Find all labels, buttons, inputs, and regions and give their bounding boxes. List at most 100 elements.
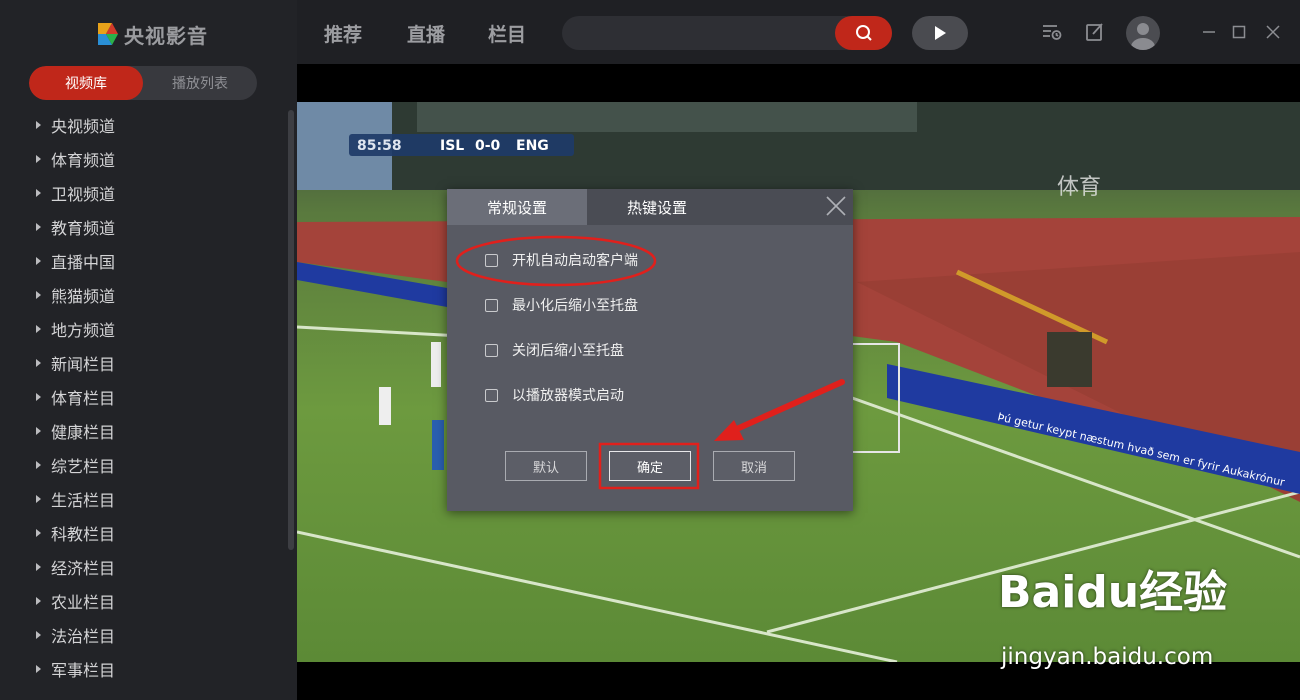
tab-video-library[interactable]: 视频库 bbox=[29, 66, 143, 100]
option-player-mode[interactable]: 以播放器模式启动 bbox=[485, 384, 624, 406]
option-label: 关闭后缩小至托盘 bbox=[512, 343, 624, 359]
sidebar-item[interactable]: 体育频道 bbox=[0, 142, 286, 176]
sidebar-item[interactable]: 法治栏目 bbox=[0, 618, 286, 652]
sidebar-item[interactable]: 卫视频道 bbox=[0, 176, 286, 210]
sidebar-item[interactable]: 综艺栏目 bbox=[0, 448, 286, 482]
sidebar-item-label: 直播中国 bbox=[51, 253, 116, 272]
score-time: 85:58 bbox=[357, 138, 402, 154]
sidebar-item-label: 卫视频道 bbox=[51, 185, 116, 204]
video-letterbox-top bbox=[297, 64, 1300, 102]
caret-right-icon bbox=[36, 257, 41, 265]
edit-icon[interactable] bbox=[1083, 20, 1107, 44]
nav-recommend[interactable]: 推荐 bbox=[324, 20, 362, 47]
sidebar-item[interactable]: 科教栏目 bbox=[0, 516, 286, 550]
sidebar-item-label: 军事栏目 bbox=[51, 661, 116, 680]
caret-right-icon bbox=[36, 291, 41, 299]
sidebar-item-label: 法治栏目 bbox=[51, 627, 116, 646]
sidebar-item[interactable]: 央视频道 bbox=[0, 108, 286, 142]
sidebar-item-label: 综艺栏目 bbox=[51, 457, 116, 476]
close-window-icon[interactable] bbox=[1261, 20, 1285, 44]
option-label: 以播放器模式启动 bbox=[512, 388, 624, 404]
top-bar: 推荐 直播 栏目 bbox=[297, 0, 1300, 64]
sidebar-item-label: 熊猫频道 bbox=[51, 287, 116, 306]
tab-playlist[interactable]: 播放列表 bbox=[143, 66, 257, 100]
sidebar-item[interactable]: 经济栏目 bbox=[0, 550, 286, 584]
close-icon[interactable] bbox=[825, 195, 847, 217]
tab-hotkey-settings[interactable]: 热键设置 bbox=[587, 189, 727, 225]
ok-button[interactable]: 确定 bbox=[609, 451, 691, 481]
history-icon[interactable] bbox=[1040, 20, 1064, 44]
sidebar-item[interactable]: 新闻栏目 bbox=[0, 346, 286, 380]
sidebar-item-label: 地方频道 bbox=[51, 321, 116, 340]
user-icon bbox=[1131, 23, 1155, 50]
sidebar-item[interactable]: 农业栏目 bbox=[0, 584, 286, 618]
caret-right-icon bbox=[36, 189, 41, 197]
sidebar-item[interactable]: 直播中国 bbox=[0, 244, 286, 278]
sidebar-item-label: 健康栏目 bbox=[51, 423, 116, 442]
nav-live[interactable]: 直播 bbox=[407, 20, 445, 47]
sidebar-scrollbar[interactable] bbox=[288, 110, 294, 550]
play-button[interactable] bbox=[912, 16, 968, 50]
caret-right-icon bbox=[36, 393, 41, 401]
sidebar-item-label: 经济栏目 bbox=[51, 559, 116, 578]
option-minimize-to-tray[interactable]: 最小化后缩小至托盘 bbox=[485, 294, 638, 316]
sidebar: 央视影音 视频库 播放列表 央视频道 体育频道 卫视频道 教育频道 直播中国 熊… bbox=[0, 0, 297, 700]
minimize-icon[interactable] bbox=[1197, 20, 1221, 44]
maximize-icon[interactable] bbox=[1227, 20, 1251, 44]
cctv-logo-icon bbox=[98, 23, 118, 45]
score-away: ENG bbox=[516, 138, 549, 154]
score-home: ISL bbox=[440, 138, 464, 154]
caret-right-icon bbox=[36, 597, 41, 605]
search-input[interactable] bbox=[576, 16, 826, 50]
autostart-checkbox[interactable] bbox=[485, 253, 498, 267]
caret-right-icon bbox=[36, 223, 41, 231]
search-icon bbox=[855, 25, 872, 41]
player-mode-checkbox[interactable] bbox=[485, 388, 498, 402]
app-window: 央视影音 视频库 播放列表 央视频道 体育频道 卫视频道 教育频道 直播中国 熊… bbox=[0, 0, 1300, 700]
search-box bbox=[562, 16, 892, 50]
caret-right-icon bbox=[36, 631, 41, 639]
option-label: 最小化后缩小至托盘 bbox=[512, 298, 638, 314]
sidebar-item-label: 科教栏目 bbox=[51, 525, 116, 544]
cancel-button[interactable]: 取消 bbox=[713, 451, 795, 481]
sidebar-item[interactable]: 军事栏目 bbox=[0, 652, 286, 686]
sidebar-item-label: 央视频道 bbox=[51, 117, 116, 136]
score-value: 0-0 bbox=[475, 138, 501, 154]
baidu-logo: Baidu经验 bbox=[998, 567, 1228, 618]
settings-dialog: 常规设置 热键设置 开机自动启动客户端 最小化后缩小至托盘 关闭后缩小至托盘 以… bbox=[447, 189, 853, 511]
sidebar-item-label: 体育栏目 bbox=[51, 389, 116, 408]
library-tabs: 视频库 播放列表 bbox=[29, 66, 257, 100]
sidebar-item[interactable]: 健康栏目 bbox=[0, 414, 286, 448]
default-button[interactable]: 默认 bbox=[505, 451, 587, 481]
sidebar-item[interactable]: 教育频道 bbox=[0, 210, 286, 244]
baidu-watermark: Baidu经验 jingyan.baidu.com bbox=[998, 556, 1288, 676]
dialog-tabs: 常规设置 热键设置 bbox=[447, 189, 853, 225]
app-name: 央视影音 bbox=[124, 23, 208, 48]
play-icon bbox=[935, 26, 946, 40]
channel-logo: 体育 bbox=[1057, 175, 1101, 200]
minimize-to-tray-checkbox[interactable] bbox=[485, 298, 498, 312]
nav-columns[interactable]: 栏目 bbox=[488, 20, 526, 47]
caret-right-icon bbox=[36, 461, 41, 469]
sidebar-item-label: 教育频道 bbox=[51, 219, 116, 238]
option-close-to-tray[interactable]: 关闭后缩小至托盘 bbox=[485, 339, 624, 361]
caret-right-icon bbox=[36, 155, 41, 163]
caret-right-icon bbox=[36, 495, 41, 503]
watermark-url: jingyan.baidu.com bbox=[1001, 644, 1214, 670]
option-autostart[interactable]: 开机自动启动客户端 bbox=[485, 249, 638, 271]
sidebar-item-label: 新闻栏目 bbox=[51, 355, 116, 374]
caret-right-icon bbox=[36, 665, 41, 673]
sidebar-item[interactable]: 体育栏目 bbox=[0, 380, 286, 414]
caret-right-icon bbox=[36, 563, 41, 571]
avatar[interactable] bbox=[1126, 16, 1160, 50]
option-label: 开机自动启动客户端 bbox=[512, 253, 638, 269]
sidebar-item[interactable]: 地方频道 bbox=[0, 312, 286, 346]
close-to-tray-checkbox[interactable] bbox=[485, 343, 498, 357]
sidebar-item[interactable]: 生活栏目 bbox=[0, 482, 286, 516]
sidebar-item-label: 体育频道 bbox=[51, 151, 116, 170]
search-button[interactable] bbox=[835, 16, 892, 50]
channel-list: 央视频道 体育频道 卫视频道 教育频道 直播中国 熊猫频道 地方频道 新闻栏目 … bbox=[0, 108, 286, 686]
sidebar-item[interactable]: 熊猫频道 bbox=[0, 278, 286, 312]
tab-general-settings[interactable]: 常规设置 bbox=[447, 189, 587, 225]
caret-right-icon bbox=[36, 359, 41, 367]
